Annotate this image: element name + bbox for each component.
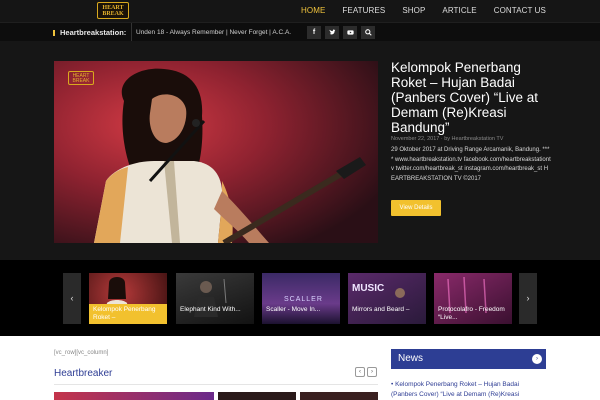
ticker-label: Heartbreakstation:	[53, 23, 126, 42]
news-list-item[interactable]: • Kelompok Penerbang Roket – Hujan Badai…	[391, 380, 546, 400]
carousel-item-caption: Mirrors and Beard –	[352, 306, 410, 313]
post-thumbnail[interactable]	[300, 392, 378, 400]
hero-meta: November 22, 2017 · by Heartbreakstation…	[391, 136, 504, 142]
carousel-item-caption: Elephant Kind With...	[180, 306, 241, 313]
chevron-left-icon: ‹	[359, 369, 361, 375]
carousel-prev-button[interactable]: ‹	[63, 273, 81, 324]
facebook-icon[interactable]: f	[307, 26, 321, 39]
chevron-left-icon: ‹	[70, 293, 74, 303]
carousel-next-button[interactable]: ›	[519, 273, 537, 324]
section-divider	[54, 384, 378, 385]
post-thumbnail[interactable]	[218, 392, 296, 400]
carousel-item-caption: Scaller - Move In...	[266, 306, 321, 313]
section-prev-button[interactable]: ‹	[355, 367, 365, 377]
main-nav: HOME FEATURES SHOP ARTICLE CONTACT US	[284, 0, 546, 22]
carousel-item[interactable]: Elephant Kind With...	[176, 273, 254, 324]
post-thumbnail[interactable]	[54, 392, 214, 400]
hero-watermark-logo: HEART BREAK	[68, 71, 94, 85]
top-navbar: HEART BREAK HOME FEATURES SHOP ARTICLE CO…	[0, 0, 600, 22]
nav-features[interactable]: FEATURES	[342, 0, 385, 22]
ticker-text[interactable]: Unden 18 - Always Remember | Never Forge…	[131, 23, 291, 42]
nav-home[interactable]: HOME	[301, 0, 325, 22]
carousel-item[interactable]: SCALLER Scaller - Move In...	[262, 273, 340, 324]
arrow-right-icon[interactable]: ›	[532, 354, 542, 364]
view-details-button[interactable]: View Details	[391, 200, 441, 216]
carousel-item[interactable]: Protocolafro - Freedom “Live...	[434, 273, 512, 324]
carousel-item[interactable]: Kelompok Penerbang Roket –	[89, 273, 167, 324]
news-title: News	[398, 353, 424, 364]
search-icon[interactable]	[361, 26, 375, 39]
social-icons: f	[307, 26, 379, 39]
chevron-right-icon: ›	[526, 293, 530, 303]
carousel-item-caption: Protocolafro - Freedom “Live...	[438, 306, 505, 321]
svg-text:SCALLER: SCALLER	[284, 296, 323, 303]
svg-text:MUSIC: MUSIC	[352, 283, 384, 294]
news-widget-header: News ›	[391, 349, 546, 369]
carousel-item-caption: Kelompok Penerbang Roket –	[89, 304, 167, 324]
carousel-item[interactable]: MUSIC Mirrors and Beard –	[348, 273, 426, 324]
chevron-right-icon: ›	[371, 369, 373, 375]
nav-article[interactable]: ARTICLE	[442, 0, 476, 22]
hero-excerpt: 29 Oktober 2017 at Driving Range Arcaman…	[391, 147, 551, 182]
nav-shop[interactable]: SHOP	[402, 0, 425, 22]
site-logo[interactable]: HEART BREAK	[97, 2, 129, 19]
section-next-button[interactable]: ›	[367, 367, 377, 377]
shortcode-text: [vc_row][vc_column]	[54, 350, 109, 356]
youtube-icon[interactable]	[343, 26, 357, 39]
twitter-icon[interactable]	[325, 26, 339, 39]
nav-contact-us[interactable]: CONTACT US	[494, 0, 546, 22]
hero-title[interactable]: Kelompok Penerbang Roket – Hujan Badai (…	[391, 60, 551, 135]
section-title[interactable]: Heartbreaker	[54, 368, 112, 379]
hero-image[interactable]: HEART BREAK	[54, 61, 378, 243]
news-ticker: Heartbreakstation: Unden 18 - Always Rem…	[0, 22, 600, 42]
